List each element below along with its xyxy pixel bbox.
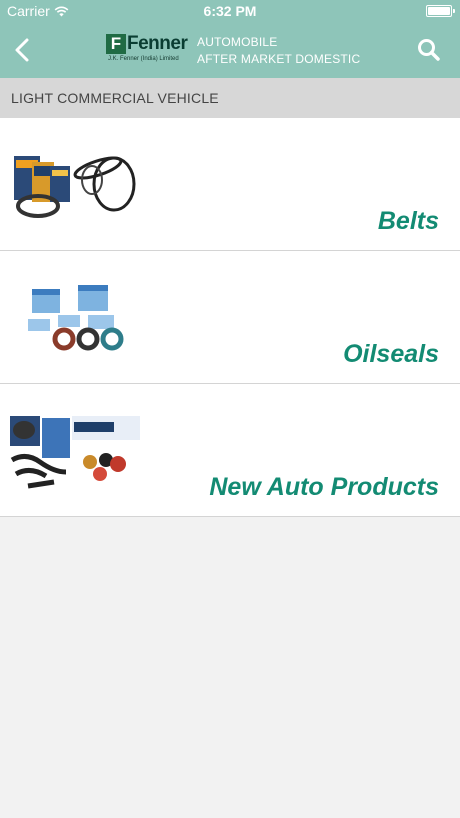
status-time: 6:32 PM [203, 3, 257, 19]
logo-wordmark: Fenner [127, 33, 188, 54]
category-list: Belts Oilseals New Auto Products [0, 118, 460, 517]
fenner-logo: F Fenner J.K. Fenner (India) Limited [106, 33, 188, 68]
app-header: Carrier 6:32 PM F Fenner J.K. Fenner (In… [0, 0, 460, 78]
category-row-oilseals[interactable]: Oilseals [0, 251, 460, 384]
oilseals-product-image [28, 285, 124, 351]
status-bar: Carrier 6:32 PM [0, 0, 460, 22]
section-title: LIGHT COMMERCIAL VEHICLE [11, 90, 219, 106]
navigation-bar: F Fenner J.K. Fenner (India) Limited AUT… [0, 22, 460, 78]
category-label: Oilseals [343, 340, 439, 368]
category-label: Belts [377, 207, 439, 235]
category-label: New Auto Products [209, 473, 439, 501]
logo-mark: F [106, 34, 126, 54]
back-button[interactable] [8, 34, 38, 66]
logo-tagline: J.K. Fenner (India) Limited [108, 56, 179, 62]
page-title-line2: AFTER MARKET DOMESTIC [197, 52, 361, 66]
category-row-new-auto-products[interactable]: New Auto Products [0, 384, 460, 517]
section-header: LIGHT COMMERCIAL VEHICLE [0, 78, 460, 118]
search-icon [418, 39, 440, 61]
category-row-belts[interactable]: Belts [0, 118, 460, 251]
page-title: AUTOMOBILE AFTER MARKET DOMESTIC [197, 34, 360, 68]
page-title-line1: AUTOMOBILE [197, 35, 278, 49]
search-button[interactable] [416, 37, 442, 63]
new-auto-products-image [10, 416, 140, 489]
belts-product-image [14, 156, 136, 218]
chevron-left-icon [15, 38, 29, 62]
battery-icon [426, 5, 455, 17]
